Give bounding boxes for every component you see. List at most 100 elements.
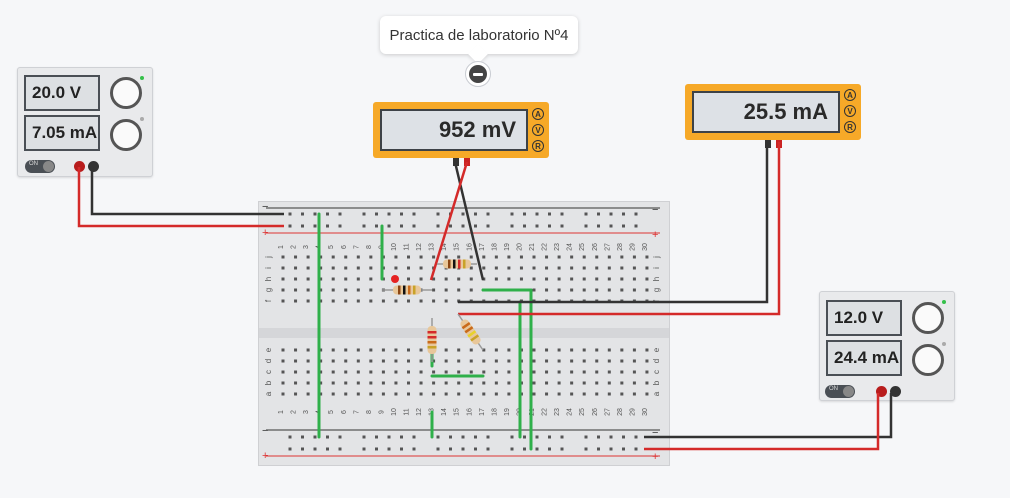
rail-hole[interactable] [313, 435, 317, 439]
rail-hole[interactable] [338, 447, 342, 451]
breadboard-hole[interactable] [507, 266, 511, 270]
breadboard-hole[interactable] [294, 359, 298, 363]
breadboard-hole[interactable] [645, 370, 649, 374]
rail-hole[interactable] [474, 447, 477, 451]
breadboard-hole[interactable] [469, 288, 473, 292]
breadboard-hole[interactable] [444, 348, 448, 352]
breadboard-hole[interactable] [545, 381, 549, 385]
breadboard-hole[interactable] [469, 255, 473, 259]
breadboard-hole[interactable] [457, 348, 461, 352]
breadboard-hole[interactable] [645, 255, 649, 259]
breadboard-hole[interactable] [645, 392, 649, 396]
breadboard-hole[interactable] [632, 288, 636, 292]
breadboard-hole[interactable] [469, 381, 473, 385]
rail-hole[interactable] [288, 435, 292, 439]
breadboard-hole[interactable] [557, 277, 561, 281]
rail-hole[interactable] [387, 212, 391, 216]
breadboard-hole[interactable] [444, 392, 448, 396]
rail-hole[interactable] [548, 447, 551, 451]
breadboard-hole[interactable] [407, 381, 410, 385]
breadboard-hole[interactable] [570, 348, 574, 352]
rail-hole[interactable] [474, 212, 477, 216]
rail-hole[interactable] [375, 224, 378, 228]
rail-hole[interactable] [288, 212, 292, 216]
breadboard-hole[interactable] [306, 348, 310, 352]
breadboard-hole[interactable] [469, 266, 473, 270]
breadboard-hole[interactable] [570, 370, 574, 374]
rail-hole[interactable] [622, 224, 625, 228]
breadboard-hole[interactable] [407, 255, 410, 259]
breadboard-hole[interactable] [281, 348, 285, 352]
breadboard-hole[interactable] [444, 381, 448, 385]
breadboard-hole[interactable] [607, 255, 611, 259]
rail-hole[interactable] [634, 447, 638, 451]
breadboard-hole[interactable] [369, 288, 373, 292]
breadboard-hole[interactable] [419, 348, 423, 352]
breadboard-hole[interactable] [294, 299, 298, 303]
breadboard-hole[interactable] [457, 392, 461, 396]
breadboard-hole[interactable] [507, 255, 511, 259]
breadboard-hole[interactable] [645, 359, 649, 363]
breadboard-hole[interactable] [444, 277, 448, 281]
rail-hole[interactable] [634, 435, 638, 439]
breadboard-hole[interactable] [620, 266, 624, 270]
breadboard-hole[interactable] [394, 392, 398, 396]
breadboard-hole[interactable] [407, 266, 410, 270]
breadboard-hole[interactable] [419, 266, 423, 270]
resistor-r1[interactable] [443, 259, 471, 269]
breadboard-hole[interactable] [494, 359, 498, 363]
breadboard-hole[interactable] [407, 392, 410, 396]
breadboard-hole[interactable] [557, 288, 561, 292]
breadboard-hole[interactable] [557, 381, 561, 385]
breadboard-hole[interactable] [344, 266, 348, 270]
breadboard-hole[interactable] [482, 255, 486, 259]
breadboard-hole[interactable] [570, 255, 574, 259]
breadboard-hole[interactable] [381, 381, 385, 385]
breadboard-hole[interactable] [457, 381, 461, 385]
breadboard-hole[interactable] [507, 381, 511, 385]
rail-hole[interactable] [597, 224, 600, 228]
breadboard-hole[interactable] [356, 299, 360, 303]
resistor-r4[interactable] [459, 318, 482, 346]
breadboard-hole[interactable] [507, 348, 511, 352]
rail-hole[interactable] [387, 224, 391, 228]
breadboard-hole[interactable] [532, 348, 536, 352]
breadboard-hole[interactable] [306, 277, 310, 281]
breadboard-hole[interactable] [595, 266, 599, 270]
breadboard-hole[interactable] [369, 392, 373, 396]
wire-black-psu-right[interactable] [644, 393, 893, 439]
rail-hole[interactable] [584, 224, 588, 228]
breadboard-hole[interactable] [369, 266, 373, 270]
breadboard-hole[interactable] [645, 266, 649, 270]
wire-black-psu-left[interactable] [90, 167, 284, 216]
rail-hole[interactable] [474, 435, 477, 439]
breadboard-hole[interactable] [532, 277, 536, 281]
breadboard-hole[interactable] [281, 370, 285, 374]
breadboard-hole[interactable] [444, 359, 448, 363]
breadboard-hole[interactable] [469, 348, 473, 352]
breadboard-hole[interactable] [645, 277, 649, 281]
breadboard-hole[interactable] [532, 266, 536, 270]
breadboard-hole[interactable] [381, 348, 385, 352]
rail-hole[interactable] [375, 212, 378, 216]
breadboard-hole[interactable] [632, 392, 636, 396]
breadboard-hole[interactable] [356, 392, 360, 396]
rail-hole[interactable] [461, 212, 465, 216]
rail-hole[interactable] [288, 447, 292, 451]
breadboard-hole[interactable] [595, 288, 599, 292]
breadboard-hole[interactable] [507, 359, 511, 363]
rail-hole[interactable] [523, 224, 526, 228]
rail-hole[interactable] [338, 224, 342, 228]
breadboard-hole[interactable] [369, 359, 373, 363]
breadboard-hole[interactable] [306, 288, 310, 292]
breadboard-hole[interactable] [545, 348, 549, 352]
breadboard-hole[interactable] [331, 370, 335, 374]
breadboard-hole[interactable] [570, 266, 574, 270]
breadboard-hole[interactable] [607, 348, 611, 352]
rail-hole[interactable] [449, 224, 452, 228]
breadboard-hole[interactable] [457, 370, 461, 374]
breadboard-hole[interactable] [356, 370, 360, 374]
rail-hole[interactable] [375, 447, 378, 451]
rail-hole[interactable] [387, 435, 391, 439]
breadboard-hole[interactable] [494, 392, 498, 396]
